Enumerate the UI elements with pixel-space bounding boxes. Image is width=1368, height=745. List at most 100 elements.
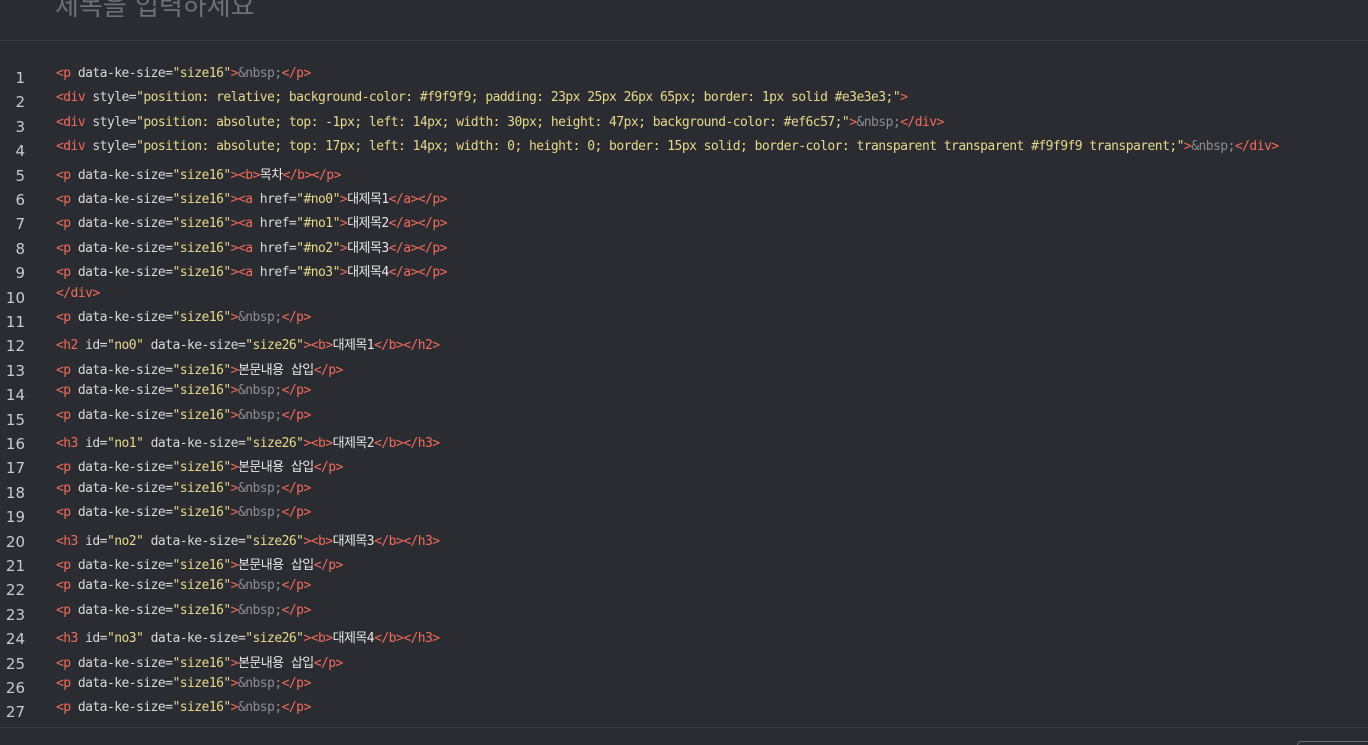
- code-line[interactable]: 9 <p data-ke-size="size16"><a href="#no3"…: [0, 259, 1368, 283]
- code-line[interactable]: 11 <p data-ke-size="size16">&nbsp;</p>: [0, 308, 1368, 332]
- code-token: </h3>: [403, 631, 440, 647]
- code-line[interactable]: 21 <p data-ke-size="size16">본문내용 삽입</p>: [0, 552, 1368, 576]
- code-text[interactable]: <p data-ke-size="size16">&nbsp;</p>: [56, 505, 311, 520]
- code-token: &nbsp;: [237, 505, 282, 521]
- code-token: </p>: [281, 602, 312, 618]
- code-text[interactable]: <p data-ke-size="size16">&nbsp;</p>: [56, 578, 311, 593]
- code-token: <p: [56, 362, 78, 378]
- code-text[interactable]: <p data-ke-size="size16">&nbsp;</p>: [56, 700, 311, 715]
- code-line[interactable]: 19 <p data-ke-size="size16">&nbsp;</p>: [0, 503, 1368, 527]
- code-token: <p: [56, 558, 78, 573]
- code-token: data-ke-size=: [143, 338, 246, 354]
- code-line[interactable]: 5 <p data-ke-size="size16"><b>목차</b></p>: [0, 162, 1368, 186]
- code-token: &nbsp;: [237, 310, 282, 325]
- code-text[interactable]: <div style="position: absolute; top: -1p…: [56, 115, 944, 130]
- line-number: 24: [5, 630, 25, 649]
- code-line[interactable]: 22 <p data-ke-size="size16">&nbsp;</p>: [0, 576, 1368, 600]
- code-text[interactable]: <h3 id="no3" data-ke-size="size26"><b>대제…: [56, 627, 440, 646]
- code-token: "size26": [245, 533, 304, 549]
- code-text[interactable]: <p data-ke-size="size16">본문내용 삽입</p>: [56, 652, 343, 671]
- code-token: </b>: [374, 533, 404, 549]
- code-token: &nbsp;: [237, 602, 282, 618]
- code-text[interactable]: <h2 id="no0" data-ke-size="size26"><b>대제…: [56, 334, 440, 353]
- code-line[interactable]: 7 <p data-ke-size="size16"><a href="#no1"…: [0, 210, 1368, 234]
- code-token: data-ke-size=: [77, 578, 173, 594]
- code-line[interactable]: 25 <p data-ke-size="size16">본문내용 삽입</p>: [0, 650, 1368, 674]
- code-text[interactable]: <p data-ke-size="size16"><a href="#no3">…: [56, 261, 447, 280]
- code-token: </a>: [388, 265, 419, 281]
- code-line[interactable]: 2 <div style="position: relative; backgro…: [0, 88, 1368, 112]
- code-token: 목차: [259, 167, 283, 183]
- resize-handle[interactable]: [1297, 741, 1368, 745]
- code-line[interactable]: 15 <p data-ke-size="size16">&nbsp;</p>: [0, 406, 1368, 430]
- code-text[interactable]: <p data-ke-size="size16">&nbsp;</p>: [56, 603, 311, 618]
- code-line[interactable]: 3 <div style="position: absolute; top: -1…: [0, 113, 1368, 137]
- code-token: href=: [259, 192, 297, 207]
- code-token: </p>: [313, 362, 344, 378]
- code-line[interactable]: 24 <h3 id="no3" data-ke-size="size26"><b>…: [0, 625, 1368, 649]
- code-line[interactable]: 1 <p data-ke-size="size16">&nbsp;</p>: [0, 64, 1368, 88]
- code-token: data-ke-size=: [77, 655, 173, 671]
- code-token: </p>: [281, 310, 312, 325]
- code-line[interactable]: 14 <p data-ke-size="size16">&nbsp;</p>: [0, 381, 1368, 405]
- code-text[interactable]: <p data-ke-size="size16">&nbsp;</p>: [56, 310, 311, 325]
- code-text[interactable]: <div style="position: relative; backgrou…: [56, 90, 908, 105]
- code-text[interactable]: <p data-ke-size="size16">&nbsp;</p>: [56, 481, 311, 496]
- code-token: </p>: [281, 700, 312, 716]
- code-text[interactable]: <p data-ke-size="size16"><b>목차</b></p>: [56, 164, 341, 183]
- code-line[interactable]: 20 <h3 id="no2" data-ke-size="size26"><b>…: [0, 528, 1368, 552]
- code-text[interactable]: <p data-ke-size="size16">&nbsp;</p>: [56, 66, 311, 81]
- code-text[interactable]: <p data-ke-size="size16">&nbsp;</p>: [56, 408, 311, 423]
- code-token: </p>: [281, 480, 312, 496]
- code-text[interactable]: <p data-ke-size="size16">본문내용 삽입</p>: [56, 456, 343, 475]
- code-text[interactable]: <p data-ke-size="size16"><a href="#no0">…: [56, 188, 447, 207]
- code-line[interactable]: 27 <p data-ke-size="size16">&nbsp;</p>: [0, 698, 1368, 722]
- line-number: 18: [5, 483, 25, 502]
- line-number: 20: [5, 532, 25, 551]
- code-line[interactable]: 6 <p data-ke-size="size16"><a href="#no0"…: [0, 186, 1368, 210]
- code-token: <p: [56, 700, 78, 716]
- code-line[interactable]: 26 <p data-ke-size="size16">&nbsp;</p>: [0, 674, 1368, 698]
- code-token: <h3: [56, 533, 86, 549]
- code-token: &nbsp;: [237, 383, 282, 399]
- code-text[interactable]: <div style="position: absolute; top: 17p…: [56, 139, 1279, 154]
- code-token: 대제목3: [347, 240, 389, 256]
- line-number: 21: [5, 557, 25, 575]
- line-number: 23: [5, 605, 25, 624]
- code-line[interactable]: 8 <p data-ke-size="size16"><a href="#no2"…: [0, 235, 1368, 259]
- code-text[interactable]: <p data-ke-size="size16"><a href="#no1">…: [56, 212, 447, 231]
- code-token: "no2": [106, 533, 144, 549]
- code-line[interactable]: 4 <div style="position: absolute; top: 17…: [0, 137, 1368, 161]
- post-title-input[interactable]: 제목을 입력하세요: [55, 0, 255, 23]
- line-number: 13: [5, 361, 25, 380]
- code-token: "size16": [172, 700, 231, 716]
- code-text[interactable]: <p data-ke-size="size16"><a href="#no2">…: [56, 237, 447, 256]
- code-token: 본문내용 삽입: [237, 362, 314, 378]
- code-token: id=: [85, 533, 107, 549]
- code-line[interactable]: 23 <p data-ke-size="size16">&nbsp;</p>: [0, 601, 1368, 625]
- code-line[interactable]: 18 <p data-ke-size="size16">&nbsp;</p>: [0, 479, 1368, 503]
- code-text[interactable]: <h3 id="no2" data-ke-size="size26"><b>대제…: [56, 530, 440, 549]
- code-text[interactable]: </div>: [56, 286, 100, 301]
- code-line[interactable]: 16 <h3 id="no1" data-ke-size="size26"><b>…: [0, 430, 1368, 454]
- code-line[interactable]: 17 <p data-ke-size="size16">본문내용 삽입</p>: [0, 454, 1368, 478]
- code-text[interactable]: <p data-ke-size="size16">&nbsp;</p>: [56, 383, 311, 398]
- line-number: 27: [5, 703, 25, 722]
- code-token: 대제목1: [332, 338, 375, 354]
- code-token: "size16": [172, 460, 231, 476]
- code-token: data-ke-size=: [77, 407, 173, 423]
- code-token: <p: [56, 505, 78, 521]
- code-token: </a>: [388, 216, 419, 232]
- code-line[interactable]: 10 </div>: [0, 284, 1368, 308]
- code-line[interactable]: 12 <h2 id="no0" data-ke-size="size26"><b>…: [0, 332, 1368, 356]
- line-number: 16: [5, 435, 25, 453]
- code-line[interactable]: 13 <p data-ke-size="size16">본문내용 삽입</p>: [0, 357, 1368, 381]
- code-token: "#no0": [296, 192, 340, 207]
- code-token: </div>: [900, 114, 944, 130]
- code-text[interactable]: <p data-ke-size="size16">본문내용 삽입</p>: [56, 359, 343, 378]
- code-token: data-ke-size=: [77, 700, 173, 716]
- code-text[interactable]: <p data-ke-size="size16">&nbsp;</p>: [56, 676, 311, 691]
- code-token: "size16": [172, 505, 231, 521]
- code-text[interactable]: <p data-ke-size="size16">본문내용 삽입</p>: [56, 554, 343, 573]
- code-text[interactable]: <h3 id="no1" data-ke-size="size26"><b>대제…: [56, 432, 440, 451]
